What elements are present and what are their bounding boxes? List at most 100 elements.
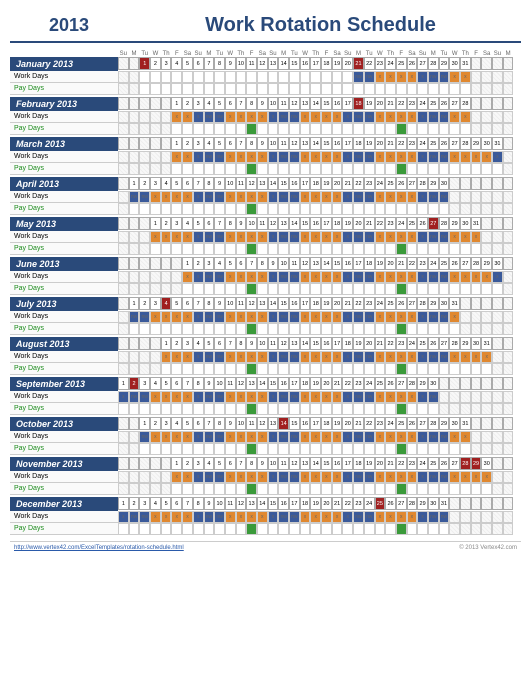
month-block: July 20131234567891011121314151617181920… [10,297,521,335]
pay-cell [214,443,225,455]
pay-cell [182,323,193,335]
day-cell: 12 [278,337,289,350]
pay-cell [214,403,225,415]
day-cell: 22 [407,257,418,270]
work-cell: x [118,511,129,523]
month-block: April 2013123456789101112131415161718192… [10,177,521,215]
day-cell: 7 [193,297,204,310]
pay-cell [321,323,332,335]
work-cell: nw [364,391,375,403]
day-cell [471,497,482,510]
day-cell: 30 [439,177,450,190]
work-cell: x [236,191,247,203]
pay-cell [214,163,225,175]
pay-cell [407,83,418,95]
work-cell [503,231,514,243]
work-cell: x [310,191,321,203]
work-cell: x [225,151,236,163]
pay-cell [332,163,343,175]
pay-cell [417,203,428,215]
pay-cell [364,83,375,95]
source-link[interactable]: http://www.vertex42.com/ExcelTemplates/r… [14,545,184,551]
work-cell: x [449,311,460,323]
pay-cell [321,483,332,495]
day-cell [503,457,514,470]
pay-cell [150,163,161,175]
work-cell [503,271,514,283]
work-cell [481,71,492,83]
pay-cell [278,443,289,455]
pay-cell [353,483,364,495]
work-cell: x [342,311,353,323]
day-cell [460,497,471,510]
work-cell: x [396,111,407,123]
day-cell: 9 [257,457,268,470]
pay-cell [492,443,503,455]
work-cell [118,431,129,443]
day-cell: 28 [460,457,471,470]
pay-cell [439,523,450,535]
pay-cell [396,243,407,255]
work-cell: nw [139,391,150,403]
work-cell: x [236,351,247,363]
day-cell: 30 [481,137,492,150]
work-cell: x [161,191,172,203]
work-cell: x [257,351,268,363]
day-cell: 20 [321,497,332,510]
work-cell: x [396,431,407,443]
day-cell: 6 [204,217,215,230]
day-cell: 8 [225,217,236,230]
pay-cell [364,163,375,175]
day-cell: 8 [204,297,215,310]
work-cell: x [236,111,247,123]
work-cell: x [182,391,193,403]
work-cell [278,71,289,83]
day-cell [118,417,129,430]
work-cell: x [268,311,279,323]
day-cell: 11 [225,377,236,390]
work-cell [139,151,150,163]
pay-cell [310,483,321,495]
month-name: May 2013 [10,217,118,231]
day-cell: 13 [300,457,311,470]
pay-cell [139,203,150,215]
pay-cell [492,243,503,255]
work-cell: x [161,431,172,443]
work-cell: x [225,271,236,283]
day-cell: 19 [310,377,321,390]
work-cell: x [225,431,236,443]
work-cell [503,311,514,323]
pay-cell [225,163,236,175]
month-name: April 2013 [10,177,118,191]
pay-cell [364,283,375,295]
work-cell [471,431,482,443]
day-cell: 29 [471,457,482,470]
pay-cell [214,203,225,215]
work-cell: x [375,231,386,243]
day-cell: 26 [417,217,428,230]
pay-cell [289,523,300,535]
day-cell: 14 [278,417,289,430]
day-cell: 3 [161,417,172,430]
work-cell [118,311,129,323]
work-cell: x [257,151,268,163]
months-container: January 20131234567891011121314151617181… [10,57,521,535]
header: 2013 Work Rotation Schedule [10,14,521,43]
day-cell: 6 [225,457,236,470]
work-cell [503,391,514,403]
day-cell [161,97,172,110]
day-cell: 4 [193,337,204,350]
pay-cell [449,243,460,255]
pay-cell [342,243,353,255]
pay-cell [289,443,300,455]
work-cell: x [417,311,428,323]
work-cell: x [236,231,247,243]
pay-cell [417,83,428,95]
work-cell: x [246,391,257,403]
day-cell: 16 [300,57,311,70]
work-cell: x [246,311,257,323]
work-days-label: Work Days [10,391,118,403]
work-cell: nw [129,191,140,203]
pay-cell [428,363,439,375]
pay-cell [289,123,300,135]
